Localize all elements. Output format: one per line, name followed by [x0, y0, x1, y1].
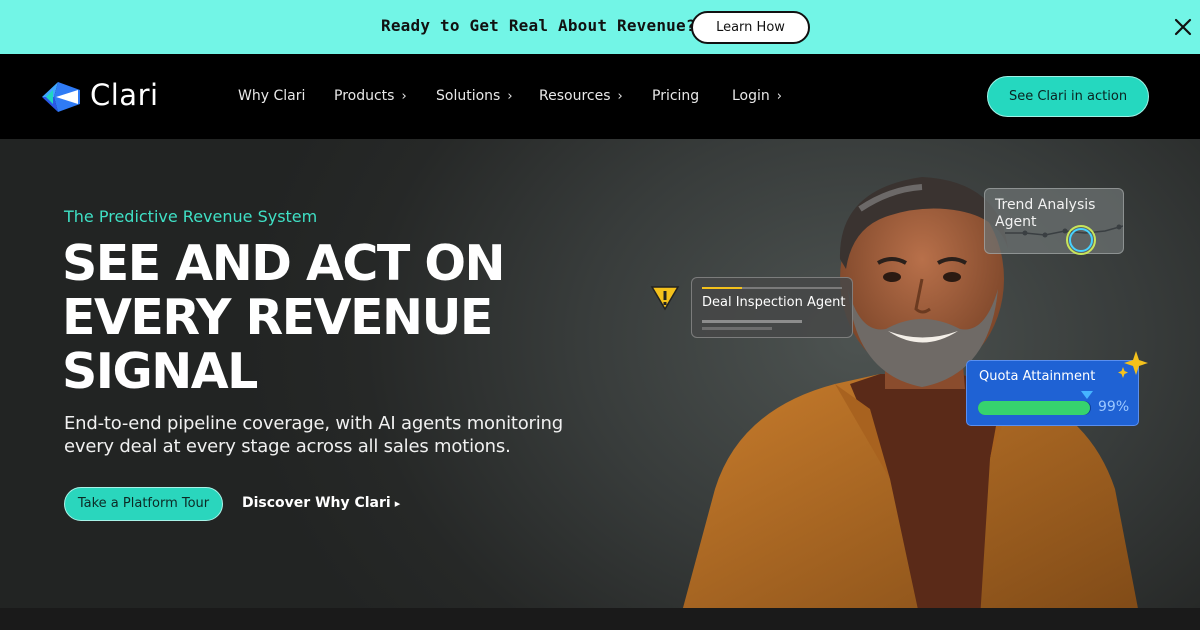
banner-text: Ready to Get Real About Revenue?: [381, 16, 696, 35]
play-arrow-icon: ▸: [394, 497, 401, 510]
quota-attainment-card: Quota Attainment 99%: [966, 360, 1139, 426]
announcement-banner: Ready to Get Real About Revenue? Learn H…: [0, 0, 1200, 54]
nav-item-label: Login: [732, 88, 770, 104]
link-label: Discover Why Clari: [242, 495, 391, 511]
clari-logo[interactable]: Clari: [40, 78, 160, 116]
nav-item-label: Solutions: [436, 88, 501, 104]
headline-line: SEE AND ACT ON: [62, 235, 506, 292]
deal-card-label: Deal Inspection Agent: [702, 295, 846, 310]
take-platform-tour-button[interactable]: Take a Platform Tour: [64, 487, 223, 521]
close-icon[interactable]: [1170, 14, 1196, 40]
main-nav: Clari Why Clari Products › Solutions › Res…: [0, 54, 1200, 139]
placeholder-line: [702, 327, 772, 330]
warning-icon: [650, 283, 680, 311]
nav-item-why-clari[interactable]: Why Clari: [238, 88, 305, 104]
chevron-right-icon: ›: [776, 89, 782, 104]
sparkle-icon: [1116, 349, 1150, 379]
quota-percent: 99%: [1098, 399, 1130, 415]
nav-item-label: Pricing: [652, 88, 700, 104]
chevron-right-icon: ›: [617, 89, 623, 104]
clari-logo-icon: [42, 82, 80, 112]
learn-how-button[interactable]: Learn How: [691, 11, 810, 44]
quota-progress-bar: [978, 401, 1091, 415]
nav-item-label: Products: [334, 88, 395, 104]
quota-card-label: Quota Attainment: [979, 369, 1096, 384]
marker-triangle-icon: [1081, 391, 1093, 399]
placeholder-line: [702, 320, 802, 323]
trend-line-icon: [1005, 224, 1123, 255]
discover-why-clari-link[interactable]: Discover Why Clari ▸: [242, 495, 400, 511]
deal-inspection-agent-card: Deal Inspection Agent: [691, 277, 853, 338]
bottom-strip: [0, 608, 1200, 630]
trend-analysis-agent-card: Trend Analysis Agent: [984, 188, 1124, 255]
headline-line: EVERY REVENUE: [62, 289, 493, 346]
nav-item-login[interactable]: Login ›: [732, 88, 782, 104]
hero-eyebrow: The Predictive Revenue System: [64, 207, 318, 226]
quota-progress-fill: [978, 401, 1090, 415]
chevron-right-icon: ›: [401, 89, 407, 104]
chevron-right-icon: ›: [507, 89, 513, 104]
see-clari-in-action-button[interactable]: See Clari in action: [987, 76, 1149, 117]
logo-text: Clari: [90, 78, 159, 112]
nav-item-resources[interactable]: Resources ›: [539, 88, 623, 104]
deal-card-progress: [702, 287, 842, 289]
nav-item-solutions[interactable]: Solutions ›: [436, 88, 513, 104]
hero-headline: SEE AND ACT ON EVERY REVENUE SIGNAL: [62, 237, 582, 399]
hero-subcopy: End-to-end pipeline coverage, with AI ag…: [64, 413, 563, 457]
nav-item-label: Why Clari: [238, 88, 306, 104]
headline-line: SIGNAL: [62, 343, 258, 400]
nav-item-products[interactable]: Products ›: [334, 88, 407, 104]
nav-item-pricing[interactable]: Pricing: [652, 88, 699, 104]
nav-item-label: Resources: [539, 88, 611, 104]
